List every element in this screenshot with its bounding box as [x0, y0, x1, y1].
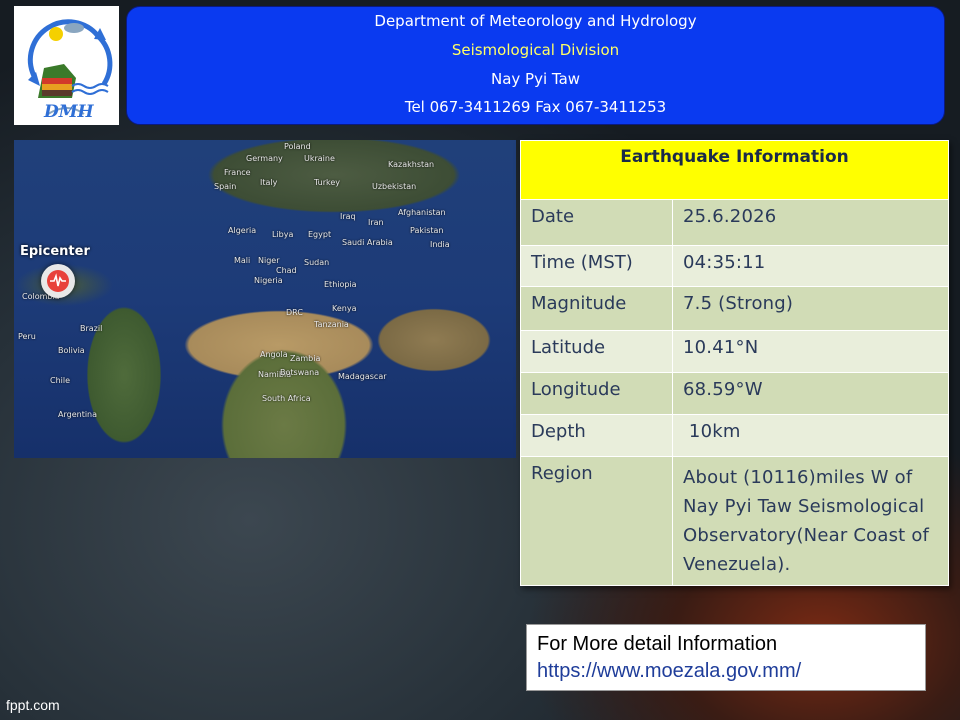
- map-label: Ukraine: [304, 154, 335, 163]
- map-label: Sudan: [304, 258, 330, 267]
- map-label: Zambia: [290, 354, 321, 363]
- table-row: Region About (10116)miles W of Nay Pyi T…: [520, 456, 949, 586]
- map-label: Brazil: [80, 324, 103, 333]
- map-label: Botswana: [280, 368, 320, 377]
- header-division: Seismological Division: [451, 41, 620, 59]
- map-label: Chad: [276, 266, 297, 275]
- map-label: Iraq: [340, 212, 356, 221]
- row-value-date: 25.6.2026: [672, 199, 949, 246]
- more-info-box: For More detail Information https://www.…: [526, 624, 926, 691]
- map-label: Spain: [214, 182, 237, 191]
- seismograph-icon: [47, 270, 69, 292]
- row-key-time: Time (MST): [520, 245, 673, 287]
- table-row: Time (MST) 04:35:11: [520, 245, 949, 287]
- row-key-latitude: Latitude: [520, 330, 673, 373]
- watermark: fppt.com: [6, 697, 60, 713]
- map-label: Uzbekistan: [372, 182, 417, 191]
- map-label: Turkey: [314, 178, 341, 187]
- table-row: Longitude 68.59°W: [520, 372, 949, 415]
- map-label: Italy: [260, 178, 278, 187]
- header-city: Nay Pyi Taw: [490, 70, 581, 88]
- header-contact: Tel 067-3411269 Fax 067-3411253: [404, 98, 667, 116]
- map-label: Pakistan: [410, 226, 444, 235]
- map-label: Bolivia: [58, 346, 85, 355]
- map-label: Libya: [272, 230, 294, 239]
- table-row: Latitude 10.41°N: [520, 330, 949, 373]
- map-label: Egypt: [308, 230, 332, 239]
- more-info-title: For More detail Information: [537, 633, 778, 655]
- map-label: Poland: [284, 142, 311, 151]
- map-label: Niger: [258, 256, 280, 265]
- logo-text: DMH: [44, 102, 94, 122]
- row-key-longitude: Longitude: [520, 372, 673, 415]
- map-label: Kenya: [332, 304, 357, 313]
- row-value-depth: 10km: [672, 414, 949, 457]
- row-key-region: Region: [520, 456, 673, 586]
- row-value-latitude: 10.41°N: [672, 330, 949, 373]
- more-info-link[interactable]: https://www.moezala.gov.mm/: [537, 658, 915, 685]
- map-label: Saudi Arabia: [342, 238, 393, 247]
- dmh-logo: DMH: [14, 6, 119, 125]
- epicenter-map: Poland Germany Ukraine Kazakhstan France…: [14, 140, 516, 458]
- map-label: Nigeria: [254, 276, 283, 285]
- map-label: Argentina: [58, 410, 98, 419]
- table-row: Magnitude 7.5 (Strong): [520, 286, 949, 331]
- epicenter-label: Epicenter: [20, 244, 90, 259]
- map-label: Iran: [368, 218, 384, 227]
- row-value-longitude: 68.59°W: [672, 372, 949, 415]
- map-label: Kazakhstan: [388, 160, 435, 169]
- map-label: Germany: [246, 154, 283, 163]
- header-department: Department of Meteorology and Hydrology: [374, 12, 697, 30]
- table-row: Depth 10km: [520, 414, 949, 457]
- map-label: South Africa: [262, 394, 311, 403]
- row-value-region: About (10116)miles W of Nay Pyi Taw Seis…: [672, 456, 949, 586]
- table-title: Earthquake Information: [520, 140, 949, 200]
- row-key-date: Date: [520, 199, 673, 246]
- map-label: Peru: [18, 332, 36, 341]
- map-label: DRC: [286, 308, 303, 317]
- map-label: Mali: [234, 256, 251, 265]
- map-label: France: [224, 168, 251, 177]
- map-label: Chile: [50, 376, 71, 385]
- table-row: Date 25.6.2026: [520, 199, 949, 246]
- map-label: Madagascar: [338, 372, 387, 381]
- row-value-magnitude: 7.5 (Strong): [672, 286, 949, 331]
- map-label: India: [430, 240, 450, 249]
- header-banner: Department of Meteorology and Hydrology …: [126, 6, 945, 125]
- earthquake-info-table: Earthquake Information Date 25.6.2026 Ti…: [520, 140, 949, 586]
- map-label: Angola: [260, 350, 288, 359]
- map-label: Tanzania: [314, 320, 349, 329]
- epicenter-marker[interactable]: [41, 264, 75, 298]
- row-key-magnitude: Magnitude: [520, 286, 673, 331]
- row-key-depth: Depth: [520, 414, 673, 457]
- row-value-time: 04:35:11: [672, 245, 949, 287]
- map-label: Afghanistan: [398, 208, 446, 217]
- map-label: Ethiopia: [324, 280, 357, 289]
- map-label: Algeria: [228, 226, 257, 235]
